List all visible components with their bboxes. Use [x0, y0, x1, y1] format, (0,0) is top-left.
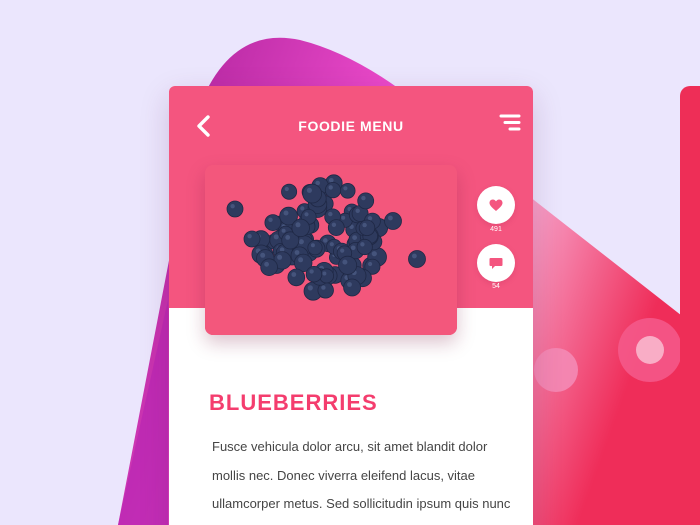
blueberry-highlight [306, 187, 312, 193]
blueberry-highlight [304, 212, 309, 217]
like-count: 491 [490, 226, 502, 233]
blueberry-highlight [268, 217, 273, 222]
blueberry-highlight [341, 215, 346, 220]
blueberry-highlight [362, 222, 367, 228]
next-card-peek[interactable] [680, 86, 700, 525]
blueberry [357, 192, 375, 210]
blueberry-highlight [247, 234, 252, 239]
blueberry-highlight [355, 208, 360, 213]
chat-bubble-icon [489, 257, 503, 269]
screen: FOODIE MENU 491 54 BLUEBERRIES Fusce veh… [0, 0, 700, 525]
blueberry [291, 218, 310, 238]
page-title: FOODIE MENU [298, 118, 404, 134]
blueberry [264, 214, 282, 231]
like-button[interactable] [477, 186, 515, 224]
blueberry-highlight [291, 272, 297, 277]
blueberries-photo [205, 165, 457, 335]
blueberry-highlight [360, 242, 365, 247]
blueberry [307, 240, 323, 256]
blueberry [343, 278, 362, 297]
blueberry [338, 255, 358, 275]
blueberry-highlight [295, 222, 301, 228]
blueberry-highlight [331, 222, 337, 227]
menu-card: FOODIE MENU 491 54 BLUEBERRIES Fusce veh… [169, 86, 533, 525]
blueberry-highlight [309, 269, 314, 274]
blueberry [358, 219, 376, 237]
blueberry-highlight [260, 252, 266, 258]
blueberry [356, 238, 373, 256]
comment-count: 54 [492, 283, 500, 290]
blueberry [305, 265, 323, 283]
blueberry-highlight [323, 238, 328, 243]
blueberry [287, 268, 306, 287]
blueberry-highlight [350, 245, 356, 251]
blueberry [324, 182, 342, 199]
blueberry [339, 182, 356, 199]
blueberry-highlight [412, 253, 417, 259]
blueberry-highlight [284, 186, 289, 192]
blueberry [327, 219, 345, 236]
blueberry-highlight [347, 282, 352, 287]
item-description: Fusce vehicula dolor arcu, sit amet blan… [212, 439, 511, 525]
blueberry-highlight [310, 243, 315, 248]
blueberry-highlight [343, 186, 348, 191]
blueberry-highlight [361, 195, 366, 201]
blueberry-highlight [371, 251, 377, 257]
blueberry-highlight [285, 235, 291, 240]
blueberry-highlight [294, 250, 300, 255]
blueberry-highlight [277, 254, 283, 260]
item-title: BLUEBERRIES [209, 390, 378, 415]
blueberry-highlight [328, 185, 333, 190]
hero-image [205, 165, 457, 335]
blueberry-highlight [230, 204, 235, 209]
blueberry-highlight [342, 259, 348, 265]
blueberry-highlight [298, 239, 304, 245]
comment-button[interactable] [477, 244, 515, 282]
blueberry [302, 183, 322, 204]
menu-lines-icon [499, 114, 521, 131]
blueberry [281, 183, 298, 200]
blueberry [226, 200, 244, 218]
blueberry-highlight [307, 285, 313, 291]
blueberry-highlight [300, 206, 305, 211]
blueberry-highlight [298, 257, 304, 263]
heart-icon [489, 199, 503, 211]
blueberry-highlight [329, 178, 334, 183]
blueberry-highlight [283, 210, 289, 216]
blueberry-highlight [328, 211, 333, 217]
blueberry-highlight [352, 235, 357, 240]
blueberry [243, 230, 261, 248]
blueberry-highlight [368, 261, 373, 267]
blueberry-highlight [281, 228, 286, 233]
blueberry [408, 250, 426, 268]
blueberry-highlight [322, 271, 327, 276]
blueberry-highlight [329, 242, 334, 247]
blueberry-highlight [264, 261, 269, 267]
blueberry-highlight [388, 215, 393, 221]
blueberry-highlight [321, 285, 326, 290]
blueberry-highlight [273, 234, 279, 240]
blueberry [260, 258, 278, 276]
blueberry-highlight [340, 248, 345, 253]
blueberry [384, 212, 402, 230]
menu-button[interactable] [499, 113, 521, 133]
